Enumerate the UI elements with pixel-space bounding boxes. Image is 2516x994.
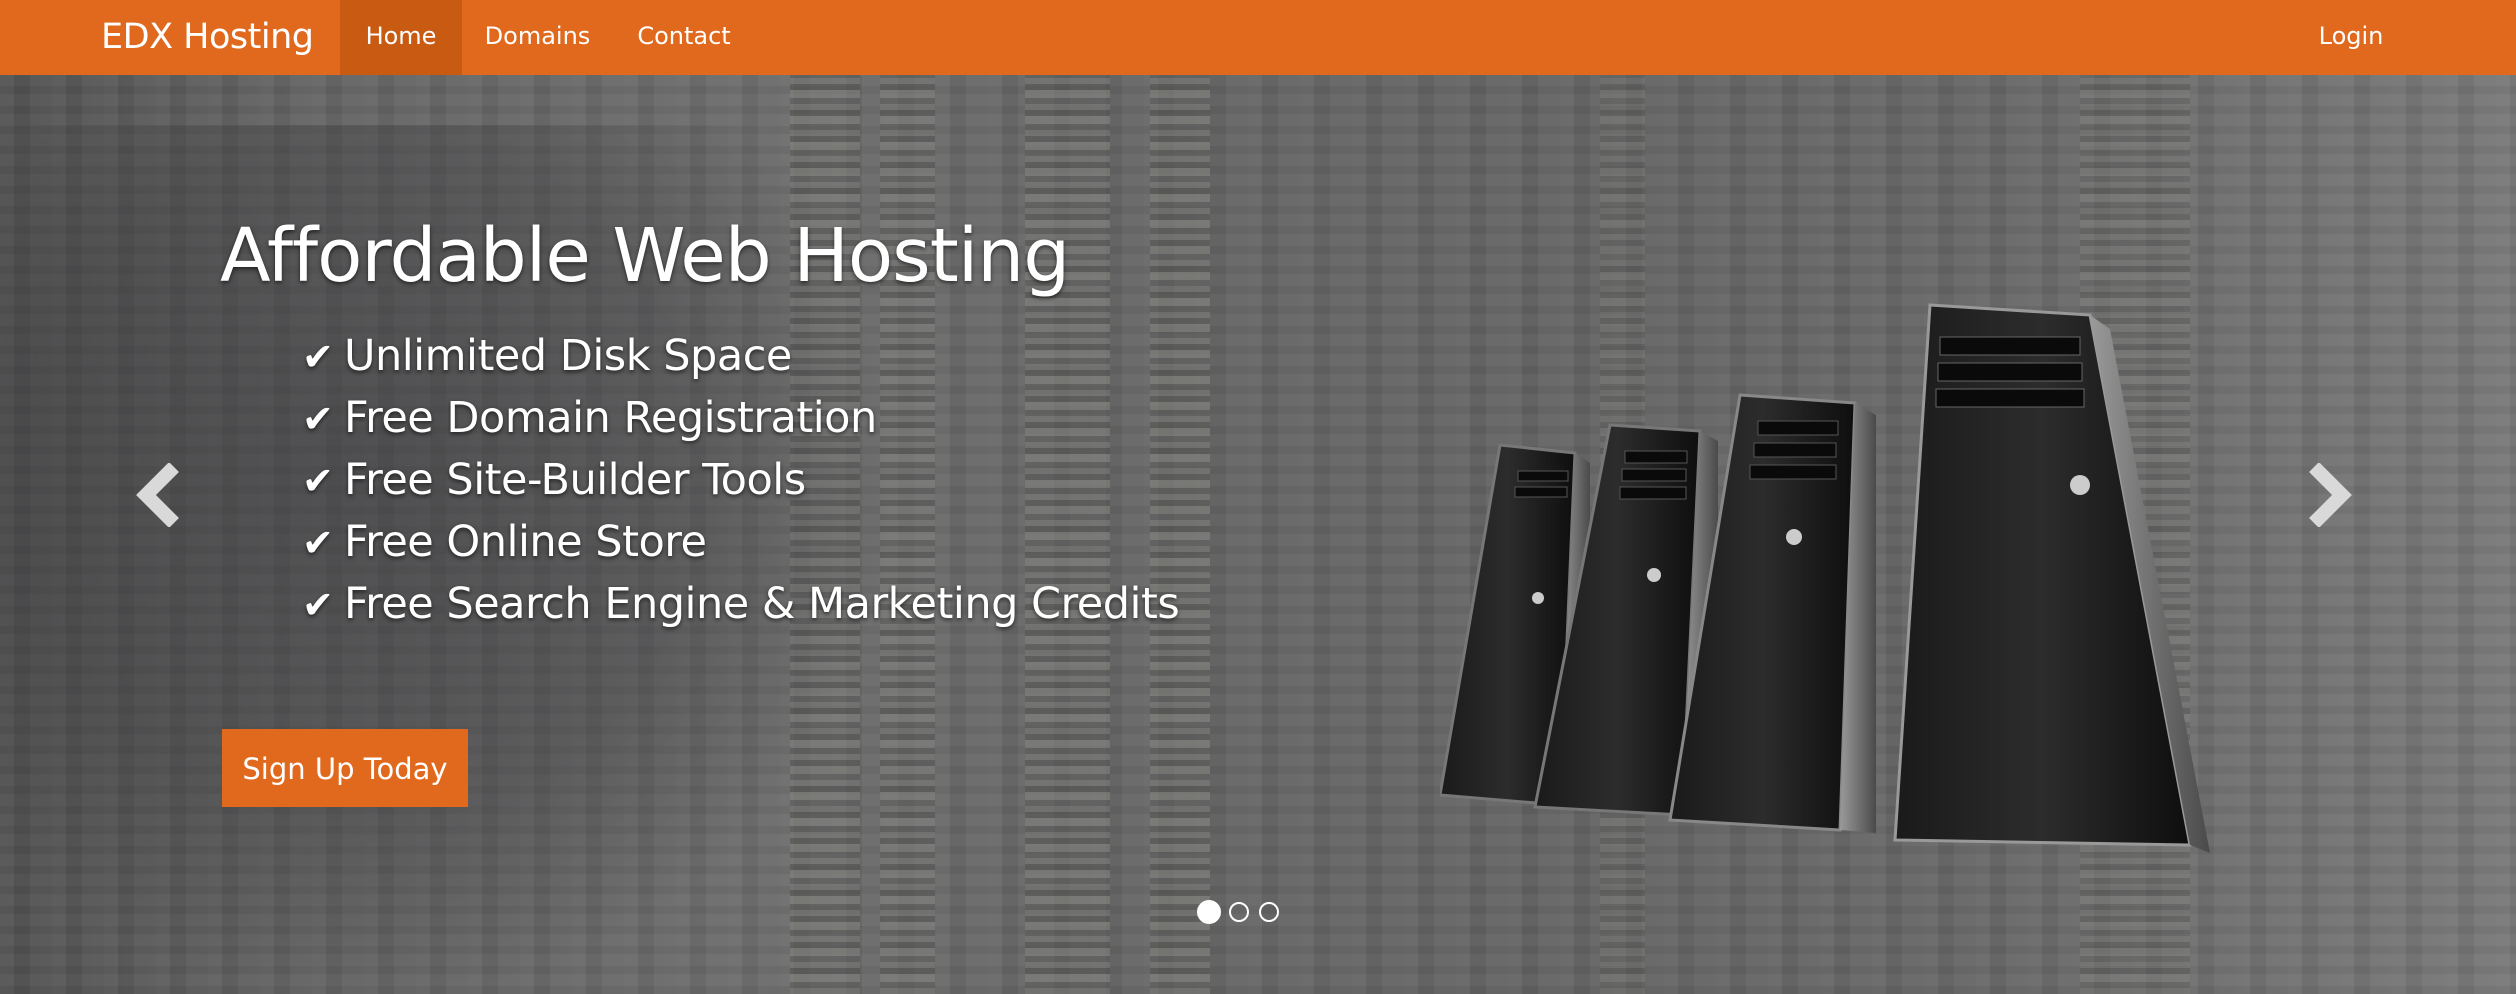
feature-item: ✔ Free Site-Builder Tools xyxy=(302,449,1179,511)
carousel-indicator-2[interactable] xyxy=(1229,902,1249,922)
check-icon: ✔ xyxy=(302,583,334,627)
nav-login[interactable]: Login xyxy=(2306,0,2396,75)
feature-item: ✔ Free Online Store xyxy=(302,511,1179,573)
feature-item: ✔ Free Search Engine & Marketing Credits xyxy=(302,573,1180,635)
feature-item: ✔ Free Domain Registration xyxy=(302,387,1179,449)
chevron-right-icon[interactable] xyxy=(2304,463,2354,527)
feature-text: Free Site-Builder Tools xyxy=(344,455,806,505)
feature-text: Free Domain Registration xyxy=(344,393,877,443)
check-icon: ✔ xyxy=(302,459,334,503)
brand-logo[interactable]: EDX Hosting xyxy=(101,0,314,75)
feature-text: Free Online Store xyxy=(344,517,707,567)
feature-text: Unlimited Disk Space xyxy=(344,331,792,381)
feature-item: ✔ Unlimited Disk Space xyxy=(302,325,1179,387)
check-icon: ✔ xyxy=(302,335,334,379)
server-tower xyxy=(1893,303,2210,853)
feature-list: ✔ Unlimited Disk Space ✔ Free Domain Regis… xyxy=(302,325,1180,635)
check-icon: ✔ xyxy=(302,397,334,441)
sign-up-button[interactable]: Sign Up Today xyxy=(222,729,468,807)
check-icon: ✔ xyxy=(302,521,334,565)
feature-text: Free Search Engine & Marketing Credits xyxy=(344,579,1180,629)
hero-title: Affordable Web Hosting xyxy=(220,213,1070,299)
nav-home[interactable]: Home xyxy=(340,0,462,75)
chevron-left-icon[interactable] xyxy=(134,463,184,527)
carousel-indicator-1[interactable] xyxy=(1197,900,1221,924)
nav-contact[interactable]: Contact xyxy=(624,0,744,75)
navbar: EDX Hosting Home Domains Contact Login xyxy=(0,0,2516,75)
carousel-indicator-3[interactable] xyxy=(1259,902,1279,922)
server-towers-image xyxy=(1440,303,2210,853)
hero-carousel: Affordable Web Hosting ✔ Unlimited Disk S… xyxy=(0,75,2516,994)
nav-domains[interactable]: Domains xyxy=(472,0,603,75)
